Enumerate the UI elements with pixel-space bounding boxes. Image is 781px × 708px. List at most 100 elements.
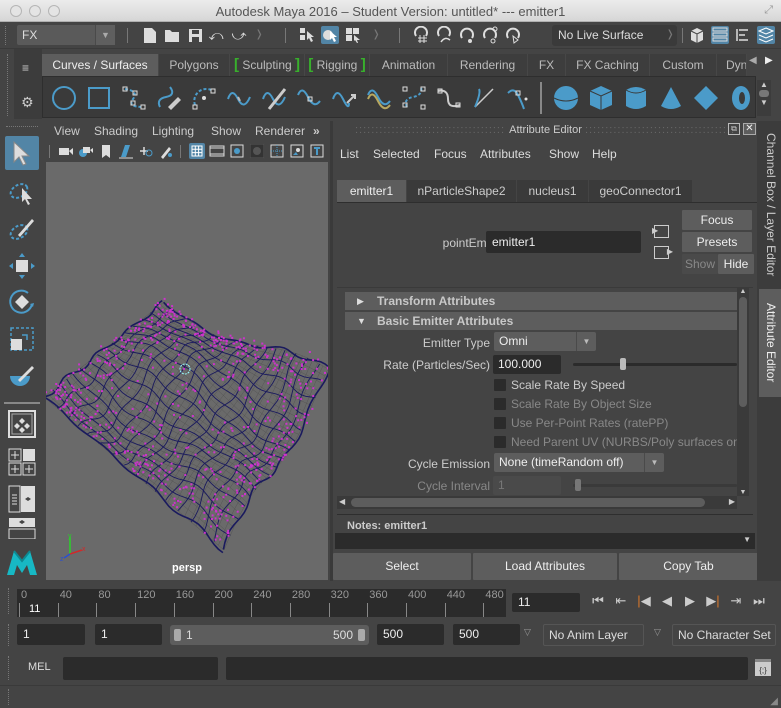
collapse-arrow-icon[interactable]: ❭ xyxy=(255,29,263,40)
paint-select-tool-icon[interactable] xyxy=(5,212,39,246)
lasso-tool-icon[interactable] xyxy=(5,175,39,209)
select-camera-icon[interactable] xyxy=(58,143,74,159)
shelf-tab-rigging[interactable]: [ Rigging ] xyxy=(305,54,370,76)
grip-handle[interactable] xyxy=(8,656,12,680)
nurbs-square-icon[interactable] xyxy=(86,85,112,111)
bezier-curve-icon[interactable] xyxy=(471,85,497,111)
maya-logo-icon[interactable] xyxy=(5,545,39,579)
image-plane-icon[interactable] xyxy=(118,143,134,159)
viewport-menu-overflow[interactable]: » xyxy=(313,124,320,138)
ae-menu-focus[interactable]: Focus xyxy=(434,147,467,161)
safe-action-icon[interactable] xyxy=(289,143,305,159)
scroll-up-icon[interactable]: ▲ xyxy=(737,288,749,295)
float-panel-icon[interactable]: ⧉ xyxy=(728,123,740,135)
scroll-down-icon[interactable]: ▼ xyxy=(757,98,771,107)
shelf-tab-dynamics[interactable]: Dyn xyxy=(717,54,747,76)
play-forwards-icon[interactable]: ▶ xyxy=(680,591,700,611)
anim-layer-dropdown[interactable]: No Anim Layer xyxy=(543,624,644,646)
scale-rate-by-object-size-checkbox[interactable] xyxy=(494,398,506,410)
resize-grip-icon[interactable]: ◢ xyxy=(770,696,778,707)
scroll-thumb[interactable] xyxy=(351,498,705,507)
grid-toggle-icon[interactable] xyxy=(189,143,205,159)
snap-to-view-plane-icon[interactable] xyxy=(482,26,500,44)
cycle-interval-slider[interactable] xyxy=(573,484,737,487)
go-to-end-icon[interactable]: ⏭ xyxy=(749,591,769,611)
shelf-scroll-right-icon[interactable]: ▶ xyxy=(765,55,773,66)
nurbs-cone-icon[interactable] xyxy=(658,85,684,111)
four-view-layout-icon[interactable] xyxy=(5,445,39,479)
live-surface-field[interactable]: No Live Surface xyxy=(552,25,677,46)
viewport-menu-renderer[interactable]: Renderer xyxy=(255,124,305,138)
resolution-gate-icon[interactable] xyxy=(229,143,245,159)
viewport-menu-show[interactable]: Show xyxy=(211,124,241,138)
step-back-frame-icon[interactable]: ⇤ xyxy=(611,591,631,611)
channel-box-icon[interactable] xyxy=(757,26,775,44)
2d-pan-zoom-icon[interactable] xyxy=(158,143,174,159)
rotate-tool-icon[interactable] xyxy=(5,285,39,319)
single-perspective-layout-icon[interactable] xyxy=(5,407,39,441)
channel-box-layer-editor-tab[interactable]: Channel Box / Layer Editor xyxy=(759,129,781,281)
ae-tab-nucleus1[interactable]: nucleus1 xyxy=(517,180,589,202)
grip-handle[interactable] xyxy=(8,588,12,614)
playback-start-field[interactable]: 1 xyxy=(95,624,162,645)
shelf-scroll-left-icon[interactable]: ◀ xyxy=(749,55,757,66)
current-time-indicator[interactable]: 11 xyxy=(29,603,40,615)
insert-knot-icon[interactable] xyxy=(296,85,322,111)
current-frame-field[interactable]: 11 xyxy=(512,593,580,612)
select-by-object-type-icon[interactable] xyxy=(321,26,339,44)
hide-button[interactable]: Hide xyxy=(718,254,754,274)
close-panel-icon[interactable]: ✕ xyxy=(743,123,756,135)
shelf-grip[interactable] xyxy=(7,54,11,116)
scroll-right-icon[interactable]: ▶ xyxy=(729,497,735,506)
animation-start-field[interactable]: 1 xyxy=(17,624,85,645)
rate-slider-handle[interactable] xyxy=(620,358,627,370)
scale-tool-icon[interactable] xyxy=(5,322,39,356)
animation-end-field[interactable]: 500 xyxy=(453,624,520,645)
basic-emitter-attributes-section[interactable]: ▼ Basic Emitter Attributes xyxy=(345,312,743,330)
rate-slider[interactable] xyxy=(573,363,737,366)
range-end-handle[interactable] xyxy=(358,629,365,641)
attribute-editor-toggle-icon[interactable] xyxy=(711,26,729,44)
range-start-handle[interactable] xyxy=(174,629,181,641)
open-scene-icon[interactable] xyxy=(164,26,182,44)
scroll-down-icon[interactable]: ▼ xyxy=(737,489,749,496)
persp-outliner-layout-icon[interactable] xyxy=(5,482,39,516)
cut-curves-icon[interactable] xyxy=(261,85,287,111)
select-by-hierarchy-icon[interactable] xyxy=(298,26,316,44)
need-parent-uv-checkbox[interactable] xyxy=(494,436,506,448)
nurbs-cube-icon[interactable] xyxy=(588,85,614,111)
node-name-field[interactable]: emitter1 xyxy=(486,231,641,253)
shelf-tab-sculpting[interactable]: [ Sculpting ] xyxy=(230,54,305,76)
scale-rate-by-speed-checkbox[interactable] xyxy=(494,379,506,391)
move-tool-icon[interactable] xyxy=(5,249,39,283)
notes-expand-icon[interactable]: ▼ xyxy=(743,535,751,544)
scroll-thumb[interactable] xyxy=(739,297,747,407)
gate-mask-icon[interactable] xyxy=(249,143,265,159)
scroll-thumb[interactable] xyxy=(759,90,769,97)
vertical-scrollbar[interactable]: ▲ ▼ xyxy=(737,288,749,496)
load-attributes-button[interactable]: Load Attributes xyxy=(473,553,617,580)
grip-handle[interactable] xyxy=(8,689,12,705)
ae-tab-emitter1[interactable]: emitter1 xyxy=(337,180,407,202)
viewport-menu-lighting[interactable]: Lighting xyxy=(152,124,194,138)
pencil-curve-tool-icon[interactable] xyxy=(156,85,182,111)
undo-icon[interactable]: ⤺ xyxy=(207,26,225,44)
shelf-vertical-scroll[interactable]: ▲ ▼ xyxy=(757,80,771,116)
cv-curve-tool-icon[interactable] xyxy=(121,85,147,111)
shelf-tab-curves-surfaces[interactable]: Curves / Surfaces xyxy=(42,54,159,76)
horizontal-scrollbar[interactable]: ◀ ▶ xyxy=(337,496,737,509)
tool-settings-icon[interactable] xyxy=(734,26,752,44)
transform-attributes-section[interactable]: ▶ Transform Attributes xyxy=(345,292,743,310)
cycle-interval-field[interactable]: 1 xyxy=(493,476,561,495)
shelf-tab-rendering[interactable]: Rendering xyxy=(448,54,528,76)
offset-curve-icon[interactable] xyxy=(366,85,392,111)
last-tool-icon[interactable] xyxy=(5,359,39,393)
use-per-point-rates-checkbox[interactable] xyxy=(494,417,506,429)
redo-icon[interactable]: ⤻ xyxy=(230,26,248,44)
command-input[interactable] xyxy=(63,657,218,680)
step-back-key-icon[interactable]: |◀ xyxy=(634,591,654,611)
shelf-tab-fx-caching[interactable]: FX Caching xyxy=(566,54,650,76)
shelf-tab-custom[interactable]: Custom xyxy=(650,54,717,76)
shelf-tab-polygons[interactable]: Polygons xyxy=(159,54,230,76)
nurbs-torus-icon[interactable] xyxy=(728,85,754,111)
